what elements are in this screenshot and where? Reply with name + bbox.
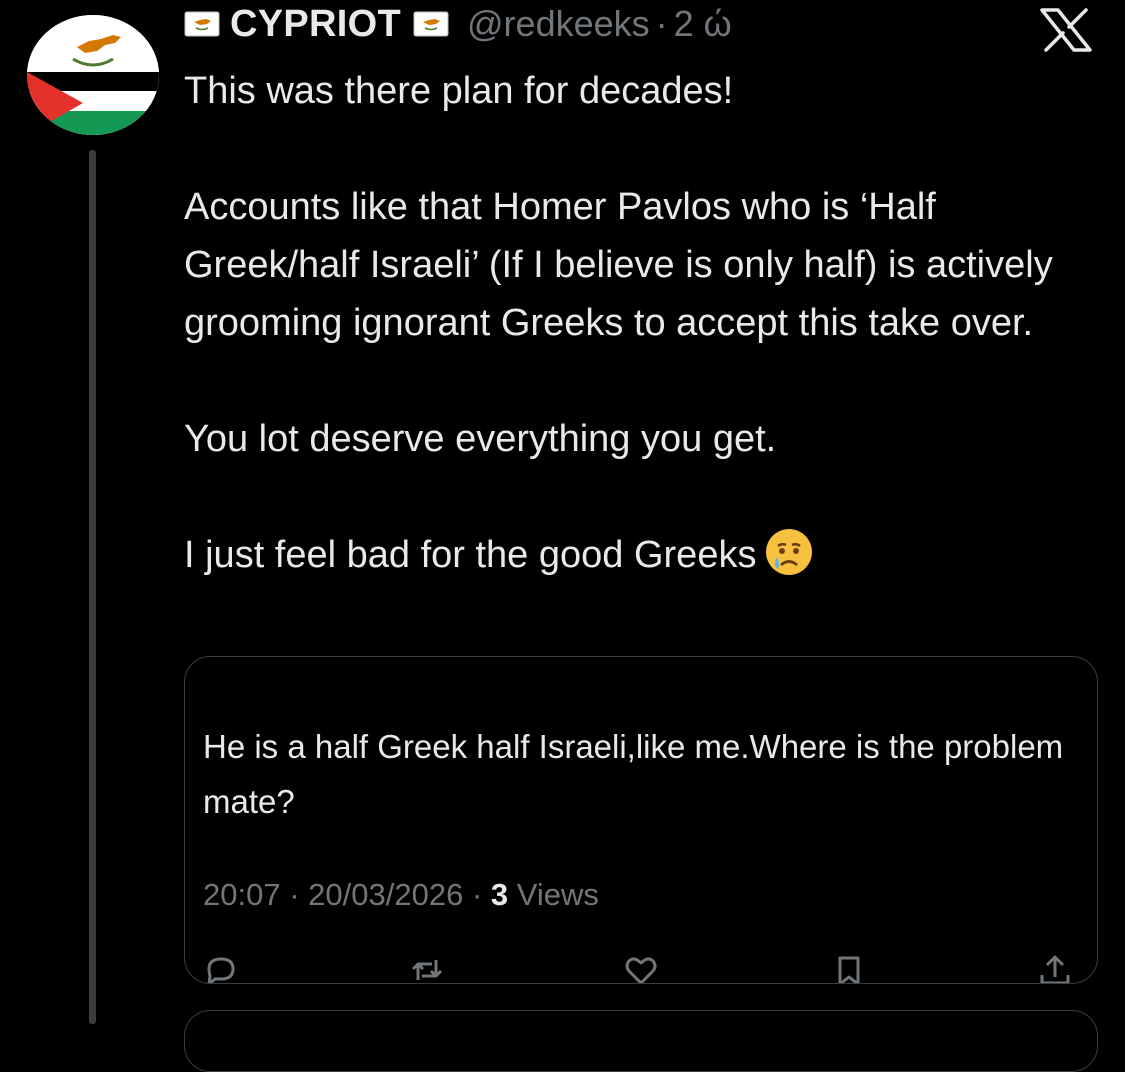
- share-icon[interactable]: [1037, 953, 1073, 984]
- next-quoted-card[interactable]: [184, 1010, 1098, 1072]
- avatar[interactable]: [27, 15, 159, 135]
- tweet-paragraph: Accounts like that Homer Pavlos who is ‘…: [184, 186, 1053, 344]
- separator-dot: ·: [289, 877, 300, 912]
- tweet-header: CYPRIOT @redkeeks · 2 ώ: [184, 0, 732, 48]
- cyprus-palestine-flag-avatar: [27, 15, 159, 135]
- tweet-text: This was there plan for decades! Account…: [184, 62, 1104, 584]
- like-icon[interactable]: [623, 953, 659, 984]
- quote-date[interactable]: 20/03/2026: [308, 877, 463, 912]
- quoted-tweet-meta: 20:07 · 20/03/2026 · 3 Views: [203, 877, 599, 913]
- bookmark-icon[interactable]: [831, 953, 867, 984]
- separator-dot: ·: [655, 3, 668, 44]
- views-label: Views: [516, 877, 599, 912]
- views-count: 3: [490, 877, 509, 912]
- quoted-tweet-card[interactable]: He is a half Greek half Israeli,like me.…: [184, 656, 1098, 984]
- tweet-last-paragraph: I just feel bad for the good Greeks: [184, 526, 1104, 584]
- retweet-icon[interactable]: [409, 953, 445, 984]
- quote-time[interactable]: 20:07: [203, 877, 281, 912]
- x-logo-icon[interactable]: [1038, 8, 1094, 52]
- tweet-paragraph: This was there plan for decades!: [184, 70, 734, 112]
- tweet-paragraph: You lot deserve everything you get.: [184, 418, 777, 460]
- separator-dot: ·: [471, 877, 483, 912]
- crying-face-emoji: [766, 529, 813, 575]
- user-handle[interactable]: @redkeeks: [467, 3, 650, 45]
- display-name[interactable]: CYPRIOT: [230, 3, 401, 46]
- quoted-tweet-text: He is a half Greek half Israeli,like me.…: [203, 728, 1064, 820]
- post-time[interactable]: 2 ώ: [674, 3, 732, 45]
- cyprus-flag-icon: [184, 11, 220, 37]
- cyprus-flag-icon: [413, 11, 449, 37]
- tweet-paragraph: I just feel bad for the good Greeks: [184, 534, 757, 576]
- thread-line: [89, 150, 96, 1024]
- reply-icon[interactable]: [203, 953, 239, 984]
